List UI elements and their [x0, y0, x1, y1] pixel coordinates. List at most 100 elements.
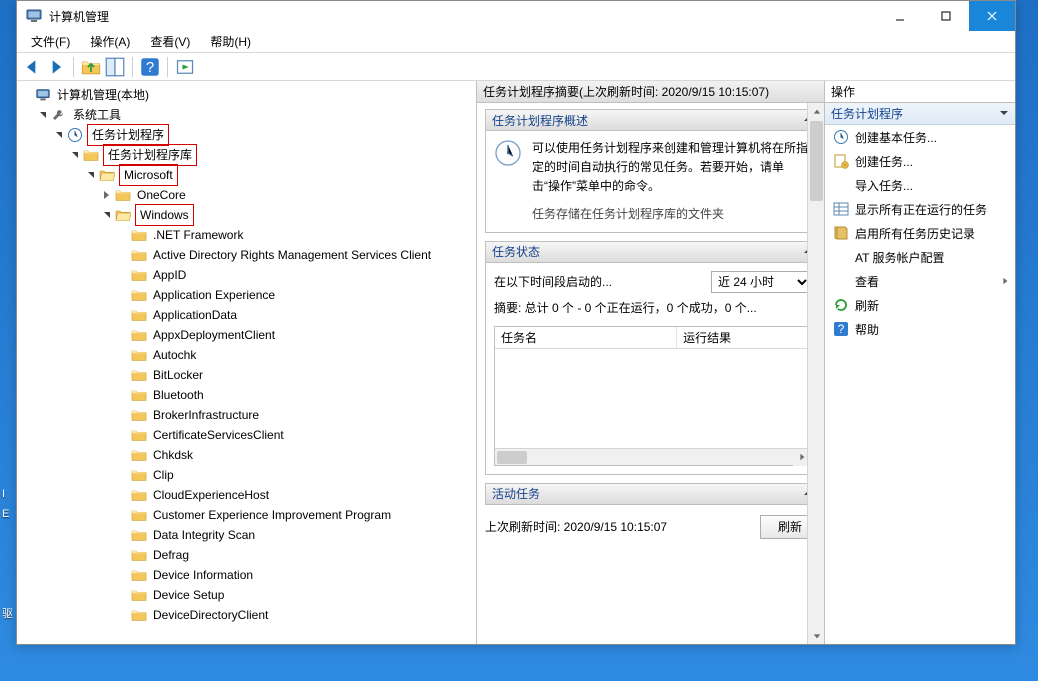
scroll-down-icon[interactable]	[808, 627, 824, 644]
tree-item[interactable]: Data Integrity Scan	[17, 525, 476, 545]
tree-item[interactable]: DeviceDirectoryClient	[17, 605, 476, 625]
tree-item[interactable]: Defrag	[17, 545, 476, 565]
tree-windows[interactable]: Windows	[17, 205, 476, 225]
minimize-button[interactable]	[877, 1, 923, 31]
tree-item[interactable]: CloudExperienceHost	[17, 485, 476, 505]
folder-icon	[131, 387, 147, 403]
action-enable-history[interactable]: 启用所有任务历史记录	[825, 221, 1015, 245]
tree-item[interactable]: Device Setup	[17, 585, 476, 605]
collapse-up-icon	[999, 107, 1009, 121]
folder-icon	[131, 587, 147, 603]
tree-scheduler-library[interactable]: 任务计划程序库	[17, 145, 476, 165]
expand-toggle-icon[interactable]	[69, 149, 81, 161]
clock-icon	[67, 127, 83, 143]
tree-label: .NET Framework	[151, 225, 245, 245]
tree-label: Device Setup	[151, 585, 226, 605]
tree-item[interactable]: AppxDeploymentClient	[17, 325, 476, 345]
tree-item[interactable]: BitLocker	[17, 365, 476, 385]
status-period-select[interactable]: 近 24 小时	[711, 271, 811, 293]
tree-system-tools[interactable]: 系统工具	[17, 105, 476, 125]
folder-icon	[131, 367, 147, 383]
content-area: 计算机管理(本地)系统工具任务计划程序任务计划程序库MicrosoftOneCo…	[17, 81, 1015, 644]
close-button[interactable]	[969, 1, 1015, 31]
no-toggle	[117, 269, 129, 281]
tree-item[interactable]: ApplicationData	[17, 305, 476, 325]
actions-header: 操作	[825, 81, 1015, 103]
tree-item[interactable]: AppID	[17, 265, 476, 285]
tree-label: BitLocker	[151, 365, 205, 385]
action-label: 创建任务...	[855, 153, 913, 170]
overview-title[interactable]: 任务计划程序概述	[485, 109, 820, 131]
expand-toggle-icon[interactable]	[101, 189, 113, 201]
table-scrollbar-h[interactable]	[495, 448, 810, 465]
tree-label: DeviceDirectoryClient	[151, 605, 270, 625]
col-task-name[interactable]: 任务名	[495, 327, 677, 348]
tree-label: Application Experience	[151, 285, 277, 305]
tree-item[interactable]: CertificateServicesClient	[17, 425, 476, 445]
folder-icon	[131, 287, 147, 303]
summary-header: 任务计划程序摘要(上次刷新时间: 2020/9/15 10:15:07)	[477, 81, 824, 103]
tree-item[interactable]: Chkdsk	[17, 445, 476, 465]
action-refresh[interactable]: 刷新	[825, 293, 1015, 317]
tree-microsoft[interactable]: Microsoft	[17, 165, 476, 185]
tree-item[interactable]: Customer Experience Improvement Program	[17, 505, 476, 525]
clock-icon	[494, 139, 522, 167]
desktop-label-drive: 驱	[2, 605, 13, 621]
tree-item[interactable]: .NET Framework	[17, 225, 476, 245]
col-run-result[interactable]: 运行结果	[677, 327, 810, 348]
expand-toggle-icon[interactable]	[53, 129, 65, 141]
tree-item[interactable]: Active Directory Rights Management Servi…	[17, 245, 476, 265]
toolbar-properties[interactable]	[104, 56, 126, 78]
tree-onecore[interactable]: OneCore	[17, 185, 476, 205]
tree-root[interactable]: 计算机管理(本地)	[17, 85, 476, 105]
action-create-basic-task[interactable]: 创建基本任务...	[825, 125, 1015, 149]
action-create-task[interactable]: 创建任务...	[825, 149, 1015, 173]
action-show-running[interactable]: 显示所有正在运行的任务	[825, 197, 1015, 221]
no-toggle	[117, 469, 129, 481]
tree-pane[interactable]: 计算机管理(本地)系统工具任务计划程序任务计划程序库MicrosoftOneCo…	[17, 81, 477, 644]
no-toggle	[117, 549, 129, 561]
scrollbar-thumb[interactable]	[497, 451, 527, 464]
tree-item[interactable]: Device Information	[17, 565, 476, 585]
toolbar-forward[interactable]	[45, 56, 67, 78]
tree-item[interactable]: BrokerInfrastructure	[17, 405, 476, 425]
expand-toggle-icon[interactable]	[37, 109, 49, 121]
scrollbar-thumb[interactable]	[810, 121, 823, 201]
folder-icon	[131, 307, 147, 323]
toolbar-up[interactable]	[80, 56, 102, 78]
action-at-account[interactable]: AT 服务帐户配置	[825, 245, 1015, 269]
tree-label: BrokerInfrastructure	[151, 405, 261, 425]
tree-item[interactable]: Autochk	[17, 345, 476, 365]
tree-label: 计算机管理(本地)	[55, 85, 151, 105]
scroll-up-icon[interactable]	[808, 103, 824, 120]
title-bar: 计算机管理	[17, 1, 1015, 31]
folder-icon	[131, 447, 147, 463]
tree-item[interactable]: Application Experience	[17, 285, 476, 305]
action-import-task[interactable]: 导入任务...	[825, 173, 1015, 197]
tree-label: ApplicationData	[151, 305, 239, 325]
action-help[interactable]: 帮助	[825, 317, 1015, 341]
tree-label: CloudExperienceHost	[151, 485, 271, 505]
folder-icon	[131, 407, 147, 423]
tree-task-scheduler[interactable]: 任务计划程序	[17, 125, 476, 145]
desktop-label-E: E	[2, 508, 9, 520]
history-icon	[833, 225, 849, 241]
tree-item[interactable]: Bluetooth	[17, 385, 476, 405]
tree-item[interactable]: Clip	[17, 465, 476, 485]
action-view[interactable]: 查看	[825, 269, 1015, 293]
help-icon	[833, 321, 849, 337]
active-tasks-title[interactable]: 活动任务	[485, 483, 820, 505]
no-toggle	[117, 429, 129, 441]
summary-scrollbar-v[interactable]	[807, 103, 824, 644]
menu-help[interactable]: 帮助(H)	[200, 31, 261, 52]
expand-toggle-icon[interactable]	[85, 169, 97, 181]
toolbar-help[interactable]	[139, 56, 161, 78]
status-title[interactable]: 任务状态	[485, 241, 820, 263]
toolbar-back[interactable]	[21, 56, 43, 78]
maximize-button[interactable]	[923, 1, 969, 31]
toolbar-run[interactable]	[174, 56, 196, 78]
expand-toggle-icon[interactable]	[101, 209, 113, 221]
submenu-arrow-icon	[1001, 274, 1009, 288]
no-toggle	[117, 309, 129, 321]
actions-category[interactable]: 任务计划程序	[825, 103, 1015, 125]
